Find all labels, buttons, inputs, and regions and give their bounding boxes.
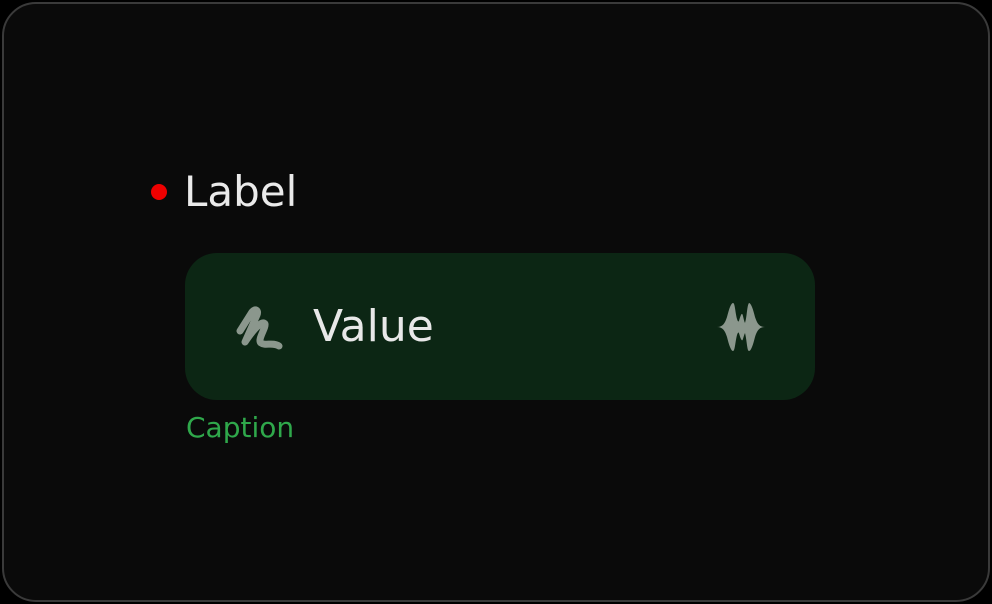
waveform-icon[interactable]: [713, 299, 769, 355]
field-value[interactable]: Value: [313, 304, 713, 349]
value-field[interactable]: Value: [185, 253, 815, 400]
field-label-row: Label: [151, 164, 297, 220]
signature-icon: [235, 302, 283, 352]
field-label: Label: [184, 167, 298, 216]
text-field-card: Label Value Caption: [2, 2, 990, 602]
field-caption: Caption: [186, 411, 295, 444]
required-indicator: [151, 184, 167, 200]
